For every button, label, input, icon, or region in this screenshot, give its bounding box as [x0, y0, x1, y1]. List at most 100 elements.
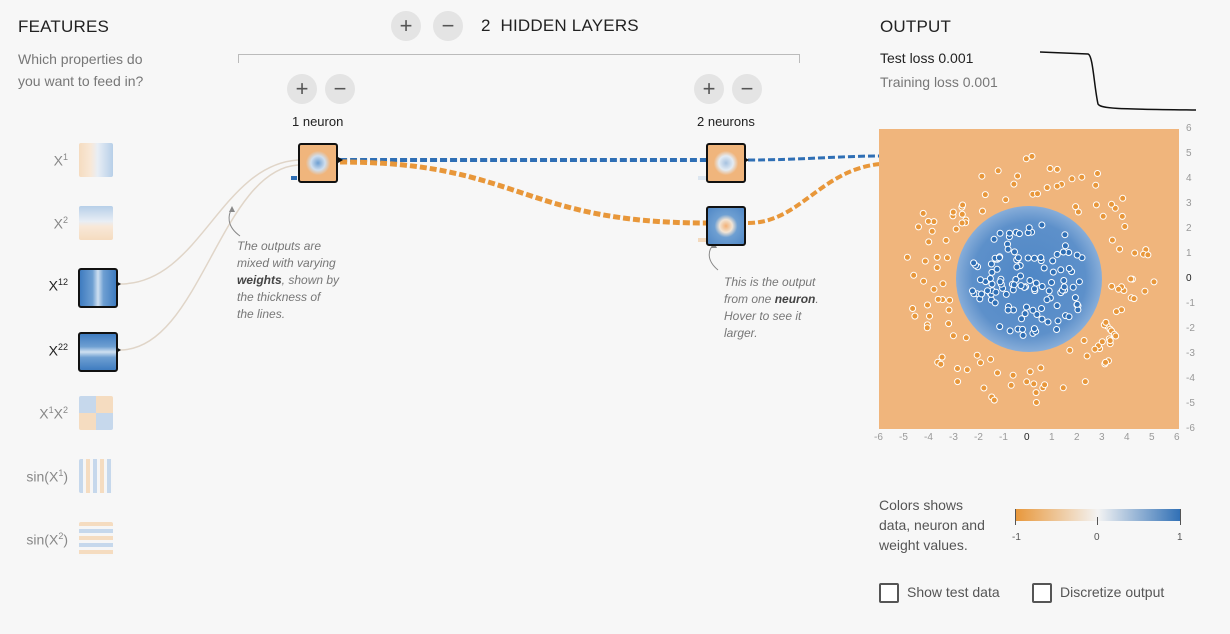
annotation-weights-line5: the lines.	[237, 307, 286, 321]
data-point	[1066, 346, 1074, 354]
data-point	[924, 301, 931, 309]
output-heatmap[interactable]	[879, 129, 1179, 429]
data-point	[970, 259, 978, 267]
layer2-neuron-1[interactable]	[706, 143, 746, 183]
data-point	[939, 280, 947, 288]
data-point	[1060, 283, 1068, 291]
y-tick: 4	[1186, 173, 1192, 184]
data-point	[978, 290, 985, 298]
data-point	[1006, 229, 1013, 237]
annotation-weights-line4: the thickness of	[237, 290, 321, 304]
data-point	[934, 295, 942, 303]
data-point	[1032, 279, 1040, 287]
data-point	[928, 227, 936, 235]
data-point	[1004, 306, 1012, 314]
legend-tick-min	[1015, 509, 1016, 525]
data-point	[1083, 352, 1091, 360]
annotation-neuron-line1: This is the output	[724, 275, 816, 289]
layer2-neuron-2[interactable]	[706, 206, 746, 246]
data-point	[994, 369, 1001, 377]
data-point	[1010, 180, 1018, 188]
data-point	[1004, 245, 1012, 253]
data-point	[1017, 282, 1025, 290]
data-point	[1073, 251, 1081, 259]
link-l2n1-to-output[interactable]	[747, 154, 881, 162]
discretize-output-checkbox[interactable]	[1032, 583, 1052, 603]
data-point	[923, 324, 931, 332]
data-point	[1053, 165, 1061, 173]
data-point	[996, 323, 1004, 331]
annotation-weights-line3-rest: , shown by	[281, 273, 340, 287]
annotation-weights-line2: mixed with varying	[237, 256, 336, 270]
link-n1-to-l2n2[interactable]	[339, 159, 707, 226]
data-point	[969, 287, 976, 295]
color-legend-bar	[1015, 509, 1181, 521]
data-point	[987, 260, 995, 268]
data-point	[930, 285, 938, 293]
data-point	[1072, 203, 1080, 211]
data-point	[1043, 296, 1051, 304]
data-point	[995, 254, 1003, 262]
data-point	[909, 305, 917, 312]
data-point	[1028, 152, 1036, 160]
x-tick: -6	[874, 432, 883, 443]
data-point	[1037, 364, 1045, 372]
show-test-data-checkbox[interactable]	[879, 583, 899, 603]
annotation-neuron-line2: from one neuron.	[724, 291, 874, 308]
y-tick: -6	[1186, 423, 1195, 434]
data-point	[1007, 381, 1015, 389]
x-axis-ticks: -6 -5 -4 -3 -2 -1 0 1 2 3 4 5 6	[874, 432, 1180, 446]
x-tick: 5	[1149, 432, 1155, 443]
data-point	[1015, 230, 1023, 238]
show-test-data-label[interactable]: Show test data	[907, 584, 1000, 600]
data-point	[1034, 190, 1041, 198]
x-tick: -2	[974, 432, 983, 443]
data-point	[945, 306, 953, 314]
x-tick: 1	[1049, 432, 1055, 443]
data-point	[942, 236, 950, 244]
data-point	[984, 287, 991, 295]
color-legend-line2: data, neuron and	[879, 517, 985, 533]
data-point	[1060, 277, 1068, 284]
data-point	[1059, 248, 1067, 256]
legend-min-label: -1	[1012, 532, 1021, 543]
color-legend-line1: Colors shows	[879, 497, 964, 513]
data-point	[925, 238, 933, 246]
data-point	[926, 312, 933, 320]
data-point	[1069, 283, 1077, 291]
data-point	[1144, 251, 1152, 259]
data-point	[1031, 285, 1038, 293]
data-point	[1023, 378, 1031, 386]
data-point	[1119, 194, 1127, 202]
y-tick: -3	[1186, 348, 1195, 359]
data-point	[1081, 378, 1089, 386]
data-point	[921, 257, 929, 265]
layer1-neuron-1[interactable]	[298, 143, 338, 183]
data-point	[1038, 315, 1046, 323]
data-point	[1118, 212, 1126, 220]
annotation-neuron-line2-pre: from one	[724, 292, 775, 306]
link-l2n2-to-output[interactable]	[747, 162, 881, 225]
data-point	[1048, 279, 1055, 286]
annotation-neuron-bold: neuron	[774, 292, 816, 306]
data-point	[1053, 302, 1061, 310]
data-point	[1065, 313, 1073, 321]
data-point	[1032, 389, 1040, 397]
data-point	[986, 275, 994, 282]
data-point	[1038, 221, 1046, 229]
data-point	[1112, 308, 1120, 316]
data-point	[976, 276, 984, 284]
data-point	[1029, 306, 1037, 314]
data-point	[1061, 231, 1069, 239]
annotation-neuron-line2-post: .	[815, 292, 819, 306]
data-point	[978, 172, 986, 180]
data-point	[938, 353, 946, 361]
layer1-bias-mark	[291, 176, 297, 180]
discretize-output-label[interactable]: Discretize output	[1060, 584, 1164, 600]
data-point	[1065, 265, 1073, 272]
data-point	[1024, 254, 1032, 262]
data-point	[994, 167, 1002, 175]
layer2-n1-bias-mark	[698, 176, 706, 180]
data-point	[919, 209, 927, 217]
data-point	[1032, 399, 1040, 406]
